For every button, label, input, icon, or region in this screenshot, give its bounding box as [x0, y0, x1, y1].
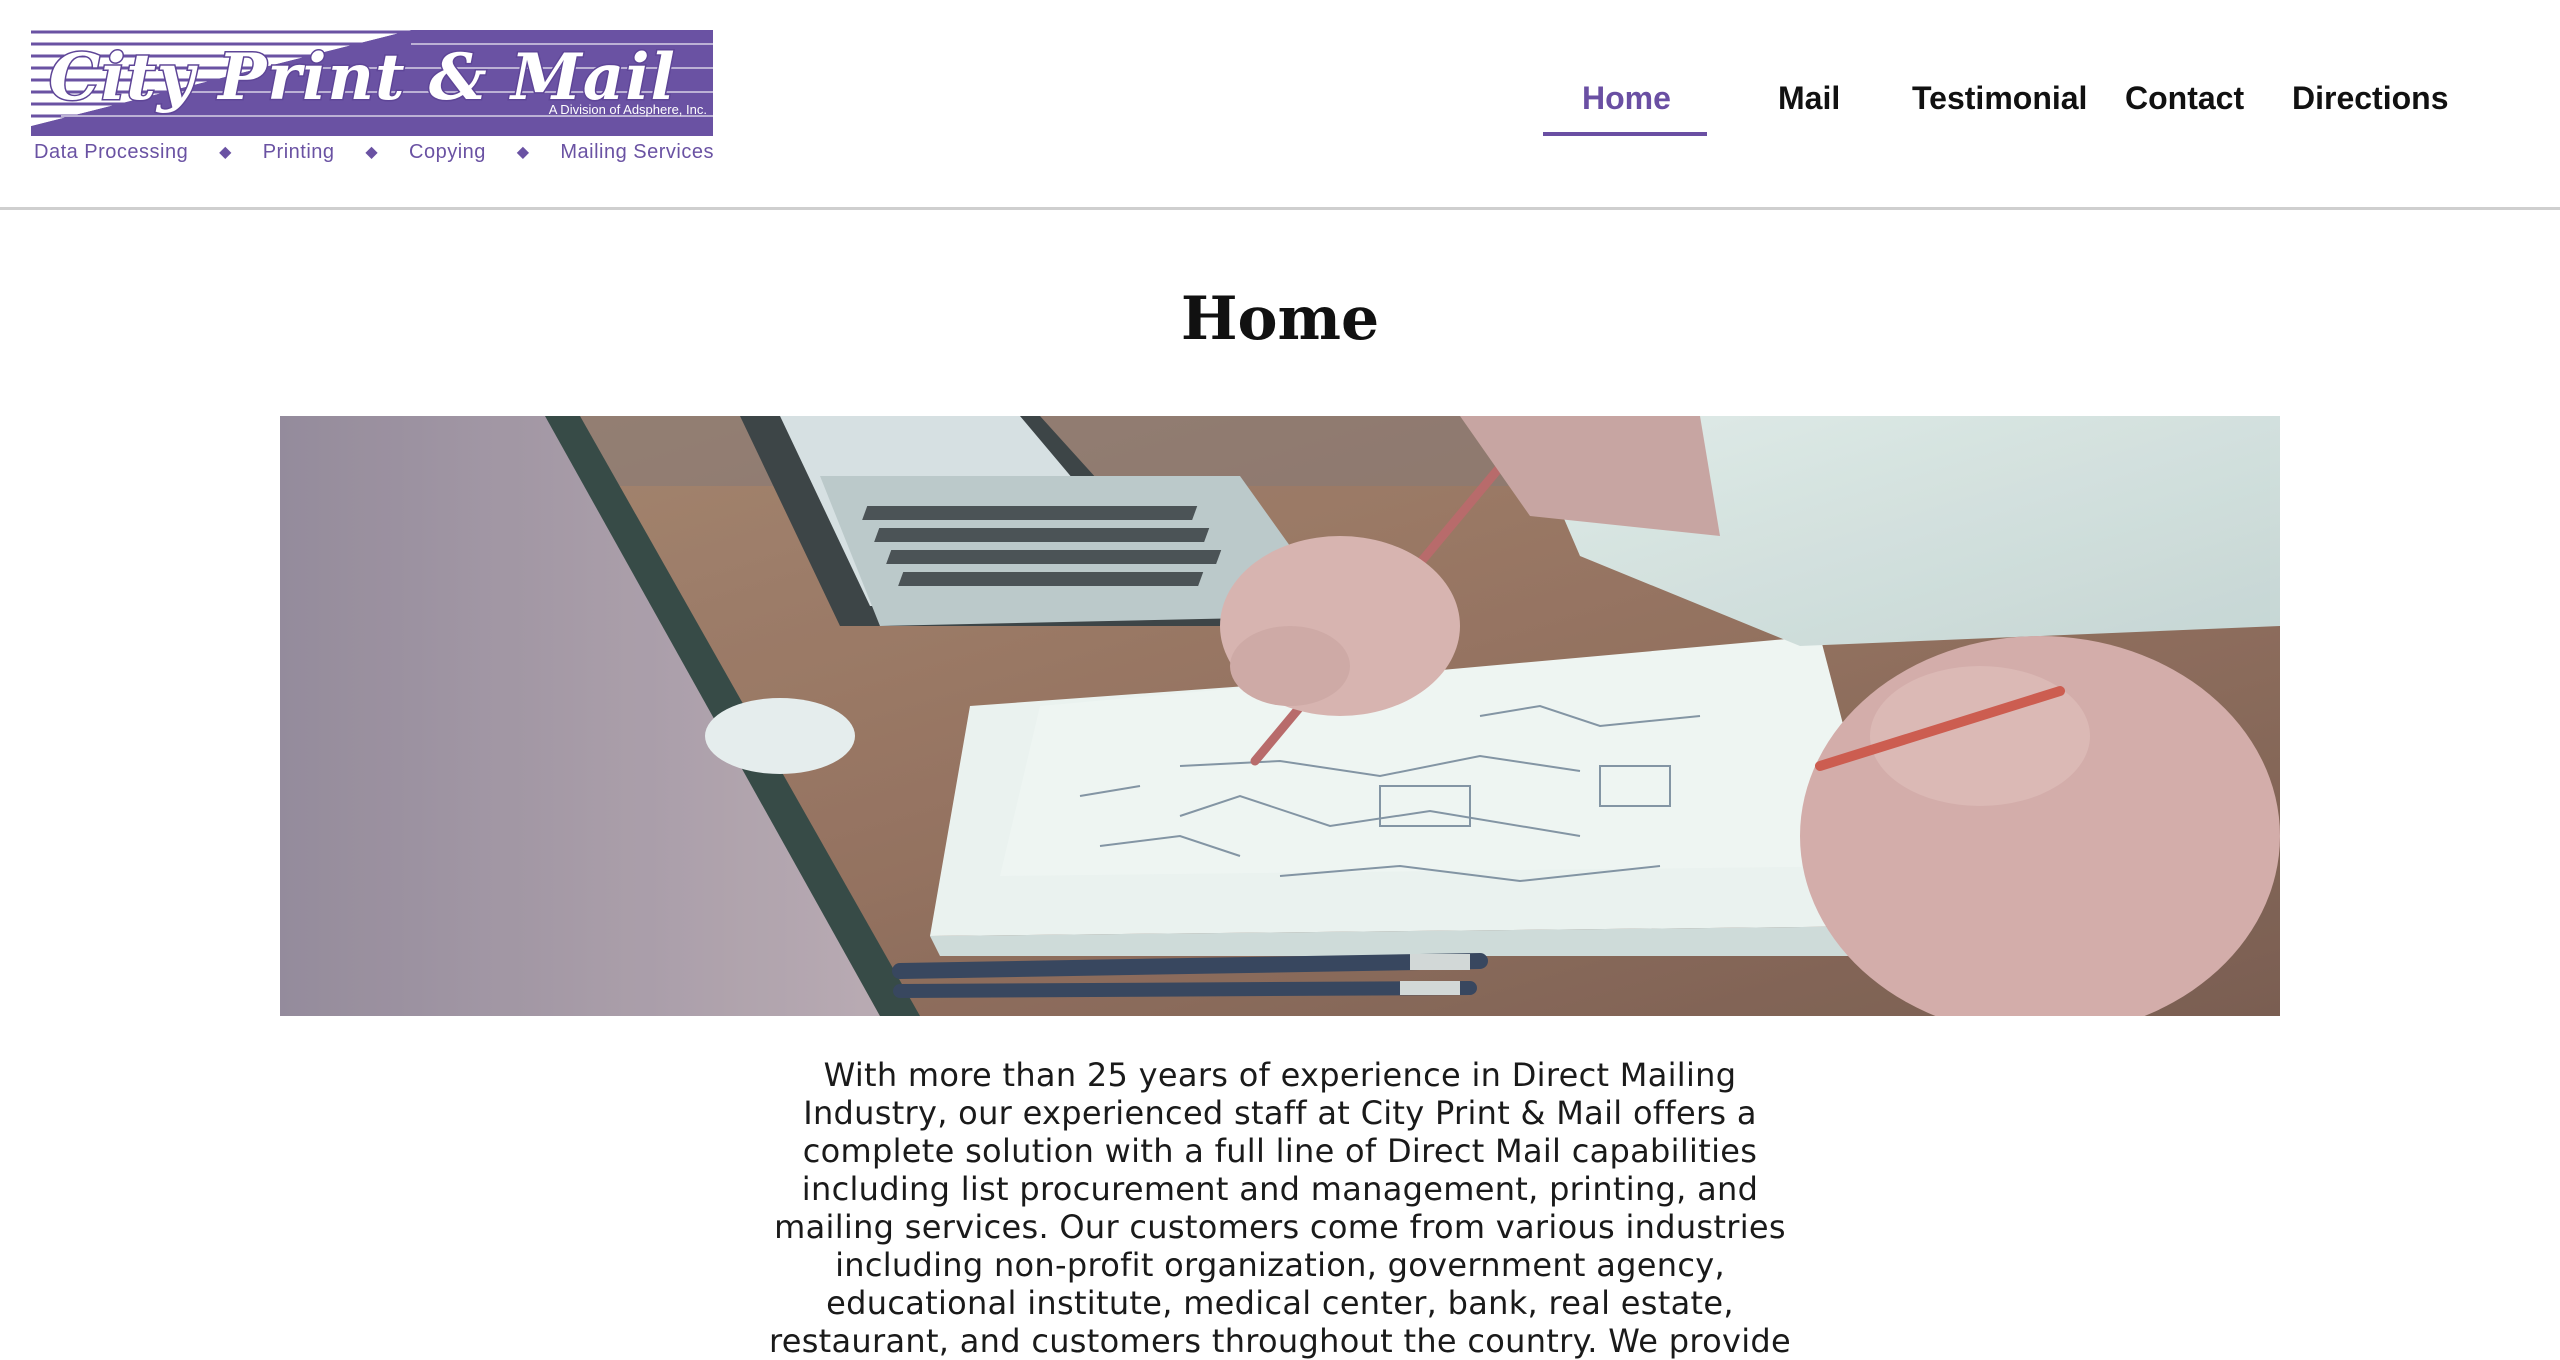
logo-service-data-processing: Data Processing — [34, 140, 189, 163]
nav-active-underline — [1543, 132, 1707, 136]
logo-service-printing: Printing — [262, 140, 335, 163]
site-header: City Print & Mail A Division of Adsphere… — [0, 0, 2560, 210]
nav-link-mail[interactable]: Mail — [1778, 80, 1840, 117]
diamond-icon: ◆ — [516, 144, 530, 161]
site-logo[interactable]: City Print & Mail A Division of Adsphere… — [31, 30, 713, 165]
logo-services-tagline: Data Processing ◆ Printing ◆ Copying ◆ M… — [34, 140, 714, 164]
hero-image — [280, 416, 2280, 1016]
nav-link-testimonial[interactable]: Testimonial — [1912, 80, 2087, 117]
logo-division-text: A Division of Adsphere, Inc. — [548, 102, 707, 117]
page-title: Home — [1180, 284, 1380, 354]
nav-link-home[interactable]: Home — [1582, 80, 1671, 117]
diamond-icon: ◆ — [219, 144, 232, 161]
logo-service-mailing: Mailing Services — [560, 140, 714, 163]
nav-link-directions[interactable]: Directions — [2292, 80, 2448, 117]
diamond-icon: ◆ — [365, 144, 379, 161]
hero-photo-illustration — [280, 416, 2280, 1016]
nav-link-contact[interactable]: Contact — [2125, 80, 2244, 117]
logo-service-copying: Copying — [409, 140, 486, 163]
intro-paragraph: With more than 25 years of experience in… — [768, 1056, 1792, 1360]
logo-banner: City Print & Mail A Division of Adsphere… — [31, 30, 713, 136]
